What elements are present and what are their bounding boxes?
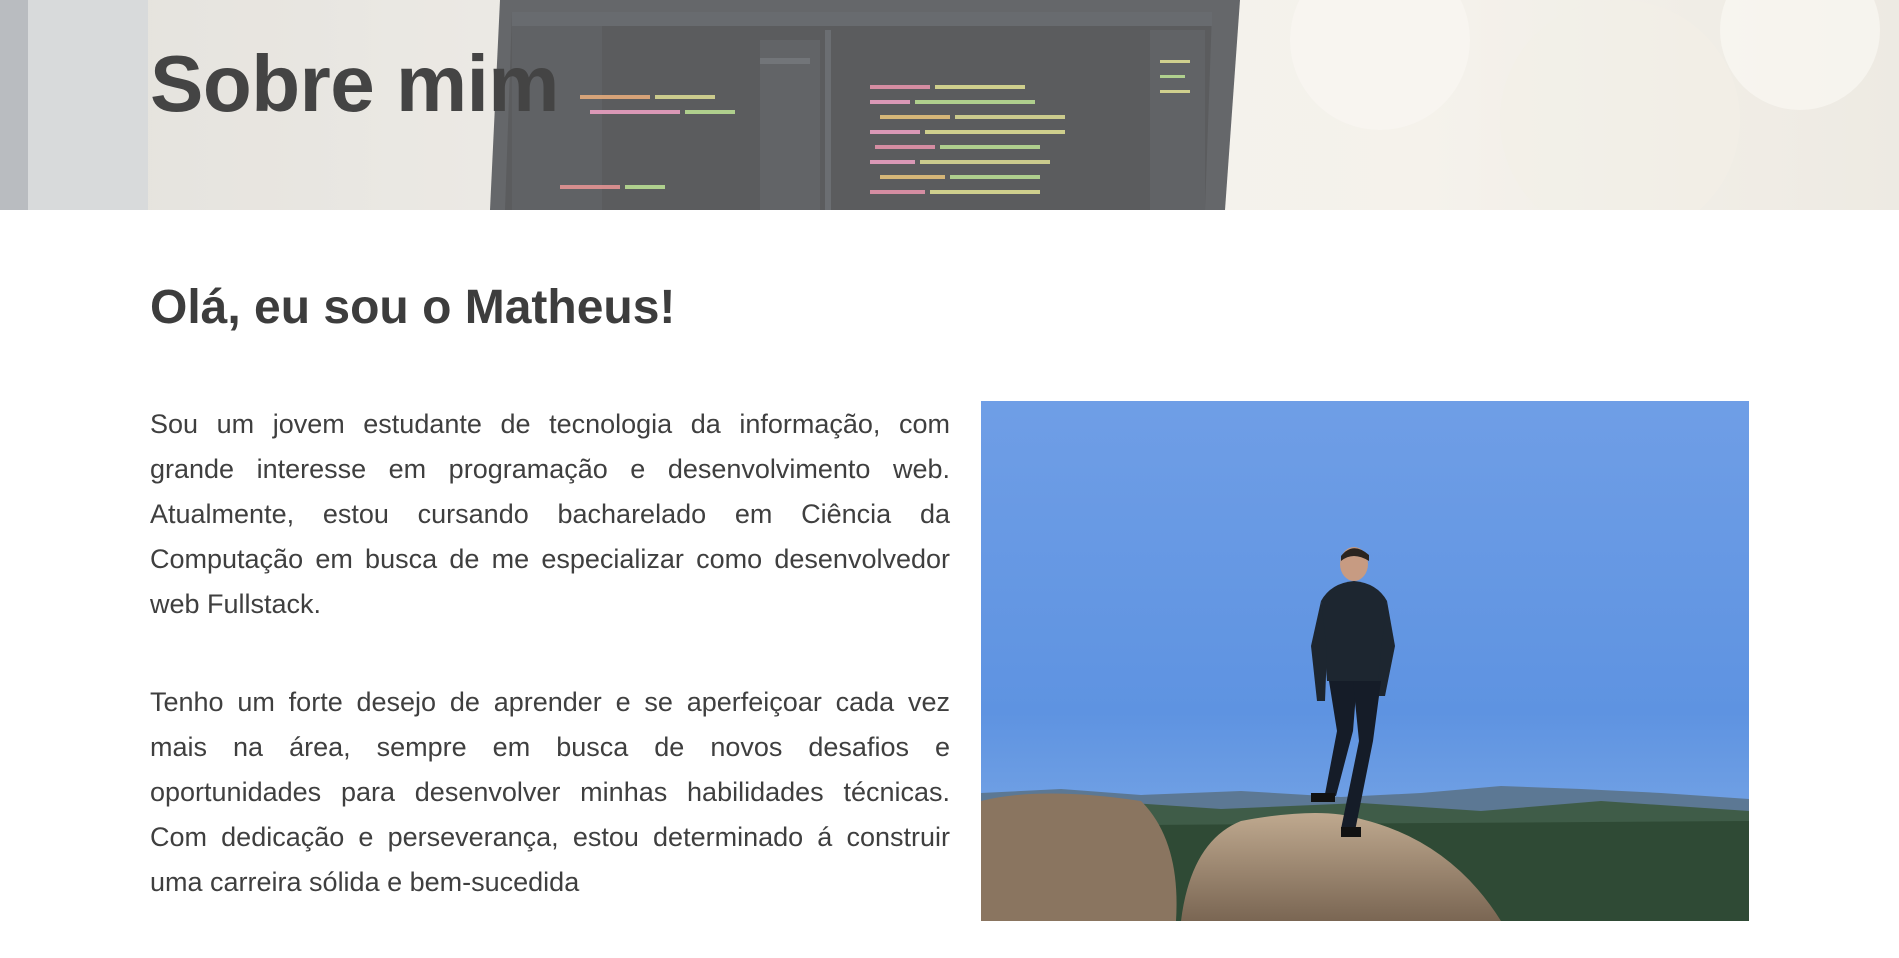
profile-photo — [981, 401, 1749, 921]
about-paragraph-1: Sou um jovem estudante de tecnologia da … — [150, 409, 950, 619]
about-text: Sou um jovem estudante de tecnologia da … — [150, 402, 950, 958]
page-title: Sobre mim — [150, 39, 559, 128]
about-heading: Olá, eu sou o Matheus! — [150, 281, 676, 334]
hero-banner: Sobre mim — [0, 0, 1899, 210]
person-on-rock-photo — [981, 401, 1749, 921]
about-paragraph-2: Tenho um forte desejo de aprender e se a… — [150, 687, 950, 897]
